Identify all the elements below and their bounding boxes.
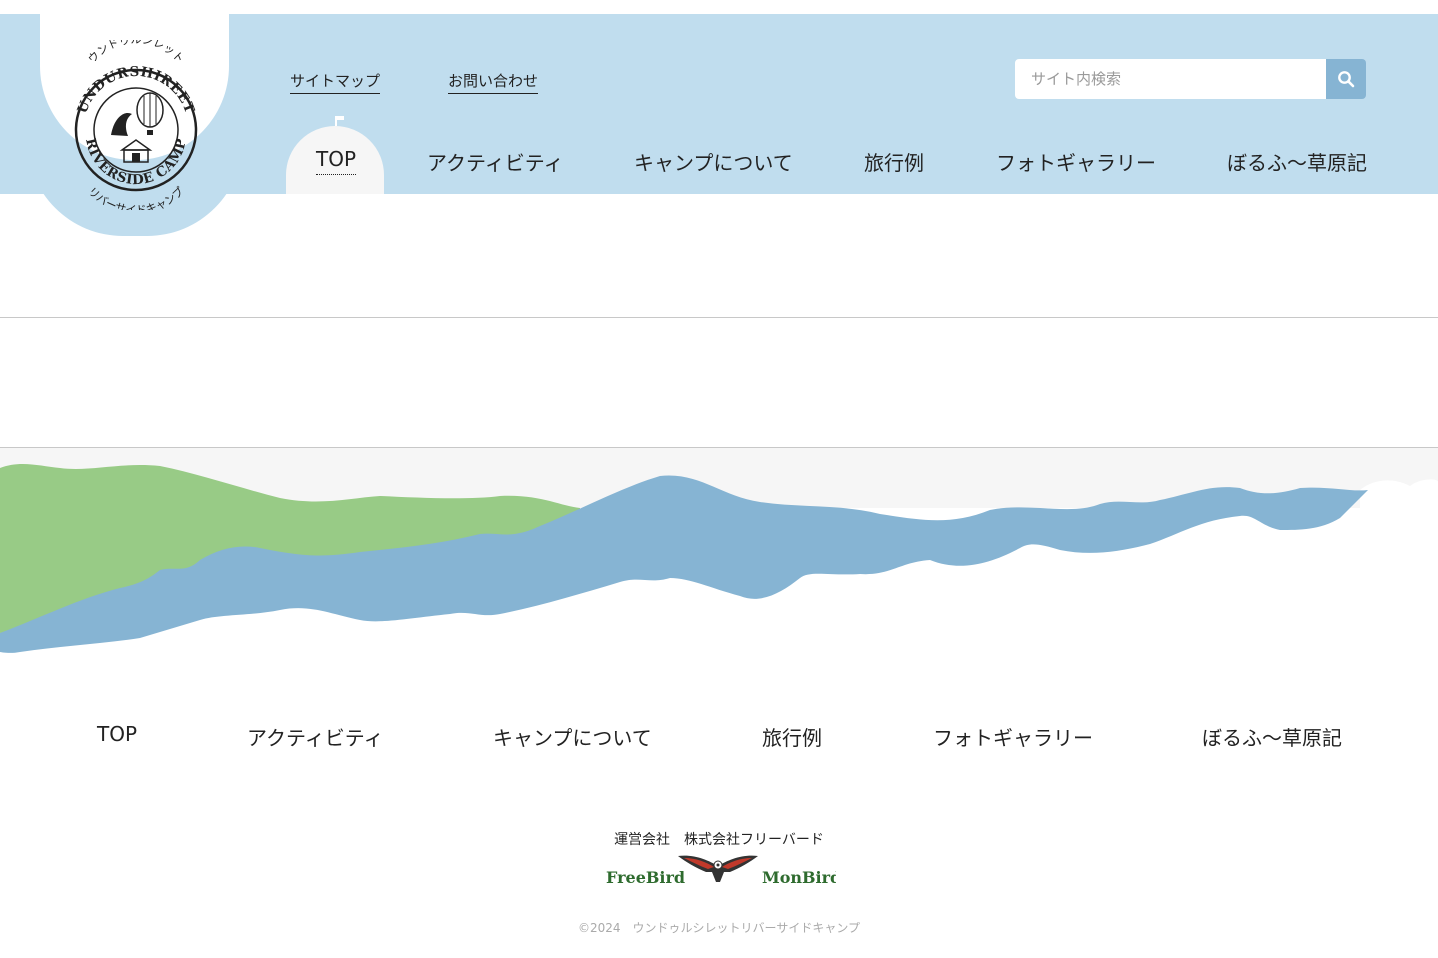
nav-item-label: TOP xyxy=(316,147,357,175)
search-button[interactable] xyxy=(1326,59,1366,99)
nav-item-activity[interactable]: アクティビティ xyxy=(427,147,564,176)
freebird-monbird-logo[interactable]: FreeBird MonBird xyxy=(604,852,841,892)
footer-nav-about-camp[interactable]: キャンプについて xyxy=(493,722,652,751)
section-divider xyxy=(0,317,1438,318)
footer-nav-activity[interactable]: アクティビティ xyxy=(247,722,384,751)
nav-item-photo-gallery[interactable]: フォトギャラリー xyxy=(996,147,1156,176)
footer-nav-top[interactable]: TOP xyxy=(97,722,137,746)
search-icon xyxy=(1338,71,1355,88)
logo-seal-icon: ウンドゥルシレット UNDURSHIREET RIVERSIDE CAMP リバ… xyxy=(74,33,198,217)
svg-text:ウンドゥルシレット: ウンドゥルシレット xyxy=(85,40,186,66)
site-search-input[interactable] xyxy=(1015,59,1326,99)
copyright: ©2024 ウンドゥルシレットリバーサイドキャンプ xyxy=(578,921,860,935)
brand-left-text: FreeBird xyxy=(606,868,685,887)
nav-item-top[interactable]: TOP xyxy=(316,147,357,175)
nav-item-travel-examples[interactable]: 旅行例 xyxy=(864,147,924,176)
nav-item-about-camp[interactable]: キャンプについて xyxy=(634,147,793,176)
logo-arc-bottom-text: リバーサイドキャンプ xyxy=(85,185,186,217)
sitemap-link[interactable]: サイトマップ xyxy=(290,70,381,94)
footer-hills-illustration xyxy=(0,463,1438,653)
footer-nav-blog[interactable]: ぼるふ〜草原記 xyxy=(1202,722,1342,751)
svg-text:リバーサイドキャンプ: リバーサイドキャンプ xyxy=(85,185,186,210)
nav-item-blog[interactable]: ぼるふ〜草原記 xyxy=(1227,147,1367,176)
footer-nav-photo-gallery[interactable]: フォトギャラリー xyxy=(933,722,1093,751)
eagle-logo-icon: FreeBird MonBird xyxy=(606,855,841,887)
contact-link[interactable]: お問い合わせ xyxy=(448,70,539,94)
site-logo[interactable]: ウンドゥルシレット UNDURSHIREET RIVERSIDE CAMP リバ… xyxy=(66,33,206,217)
flag-icon xyxy=(335,116,344,126)
svg-text:UNDURSHIREET: UNDURSHIREET xyxy=(74,64,197,116)
logo-arc-top-text: ウンドゥルシレット xyxy=(85,33,186,66)
operating-company: 運営会社 株式会社フリーバード xyxy=(614,832,824,848)
footer-nav-travel-examples[interactable]: 旅行例 xyxy=(762,722,822,751)
brand-right-text: MonBird xyxy=(762,868,836,887)
